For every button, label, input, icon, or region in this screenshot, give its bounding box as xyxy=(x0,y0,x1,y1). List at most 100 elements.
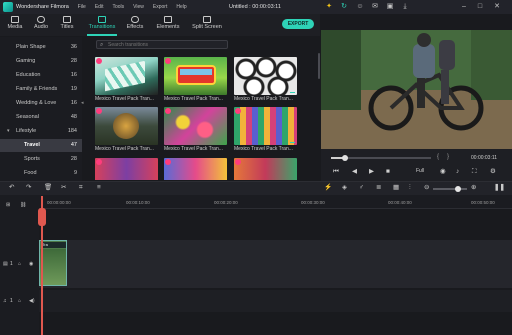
redo-icon[interactable]: ↷ xyxy=(26,184,31,192)
sidebar-item-gaming[interactable]: Gaming 28 xyxy=(0,55,82,68)
tab-split-screen[interactable]: Split Screen xyxy=(190,16,224,30)
portal-decoration xyxy=(113,113,139,139)
transition-thumbnail xyxy=(164,57,227,95)
snapshot-timeline-icon[interactable]: ▦ xyxy=(393,184,399,192)
audio-mix-icon[interactable]: ≡ xyxy=(97,184,101,192)
play-icon[interactable]: ▶ xyxy=(369,168,374,176)
volume-icon[interactable]: ♪ xyxy=(456,168,459,176)
add-track-icon[interactable]: ⊞ xyxy=(6,202,10,208)
menu-edit[interactable]: Edit xyxy=(95,4,104,10)
playhead[interactable] xyxy=(41,196,43,335)
menu-file[interactable]: File xyxy=(78,4,86,10)
save-icon[interactable]: ▣ xyxy=(386,3,394,11)
grid-scrollbar[interactable] xyxy=(318,53,320,79)
speaker-icon[interactable]: ◀) xyxy=(29,298,35,304)
render-icon[interactable]: ⚡ xyxy=(324,184,332,192)
transition-caption: Mexico Travel Pack Tran... xyxy=(95,146,154,152)
sidebar-item-sports[interactable]: Sports 28 xyxy=(0,153,82,166)
previous-frame-icon[interactable]: ⏮ xyxy=(333,168,339,176)
new-badge-icon xyxy=(235,159,241,165)
zoom-out-icon[interactable]: ⊖ xyxy=(424,184,429,192)
timeline-clip[interactable]: Tra xyxy=(39,240,67,286)
new-badge-icon xyxy=(165,108,171,114)
tab-media[interactable]: Media xyxy=(4,16,26,30)
transition-card[interactable]: Mexico Travel Pack Tran... xyxy=(95,107,158,152)
cut-icon[interactable]: ✂ xyxy=(61,184,66,192)
delete-icon[interactable]: 🗑 xyxy=(44,184,52,192)
snapshot-icon[interactable]: ◉ xyxy=(440,168,446,176)
sidebar-item-wedding-love[interactable]: Wedding & Love 16 xyxy=(0,97,82,110)
menu-view[interactable]: View xyxy=(133,4,144,10)
menu-tools[interactable]: Tools xyxy=(112,4,124,10)
transition-caption: Mexico Travel Pack Tran... xyxy=(95,96,154,102)
new-badge-icon xyxy=(96,58,102,64)
menu-export[interactable]: Export xyxy=(153,4,167,10)
minimize-icon[interactable]: – xyxy=(460,3,468,11)
settings-gear-icon[interactable]: ⚙ xyxy=(490,168,496,176)
audio-track[interactable] xyxy=(39,290,512,312)
tab-audio[interactable]: Audio xyxy=(30,16,52,30)
mail-icon[interactable]: ✉ xyxy=(371,3,379,11)
transition-card-partial[interactable] xyxy=(164,158,227,180)
pause-icon[interactable]: ❚❚ xyxy=(494,184,505,192)
fullscreen-icon[interactable]: ⛶ xyxy=(472,168,477,176)
eye-icon[interactable]: ◉ xyxy=(29,261,33,267)
transition-thumbnail xyxy=(234,158,297,180)
transition-card-partial[interactable] xyxy=(95,158,158,180)
crop-icon[interactable]: ⌗ xyxy=(79,184,83,192)
video-track[interactable] xyxy=(39,240,512,288)
tab-titles[interactable]: Titles xyxy=(56,16,78,30)
undo-icon[interactable]: ↶ xyxy=(9,184,14,192)
transition-card[interactable]: Mexico Travel Pack Tran... xyxy=(95,57,158,102)
tab-effects[interactable]: Effects xyxy=(124,16,146,30)
menu-help[interactable]: Help xyxy=(176,4,186,10)
sidebar-item-food[interactable]: Food 9 xyxy=(0,167,82,180)
transition-card[interactable]: Mexico Travel Pack Tran... xyxy=(234,57,297,102)
sidebar-item-travel[interactable]: Travel 47 xyxy=(0,139,82,152)
transition-card[interactable]: Mexico Travel Pack Tran... xyxy=(234,107,297,152)
link-icon[interactable]: ⛓ xyxy=(20,202,26,208)
zoom-slider-track[interactable] xyxy=(433,188,467,190)
zoom-in-icon[interactable]: ⊕ xyxy=(471,184,476,192)
transition-card[interactable]: Mexico Travel Pack Tran... xyxy=(164,57,227,102)
sidebar-item-lifestyle[interactable]: ▾ Lifestyle 184 xyxy=(0,125,82,138)
active-tab-indicator xyxy=(87,34,117,36)
preview-progress-handle[interactable] xyxy=(342,155,348,161)
play-back-icon[interactable]: ◀ xyxy=(352,168,357,176)
sidebar-item-plain-shape[interactable]: Plain Shape 36 xyxy=(0,41,82,54)
preview-frame xyxy=(321,30,512,149)
stop-icon[interactable]: ■ xyxy=(386,168,390,176)
sync-icon[interactable]: ↻ xyxy=(340,3,348,11)
sidebar-item-education[interactable]: Education 16 xyxy=(0,69,82,82)
chevron-down-icon: ▾ xyxy=(7,128,10,134)
lightbulb-icon[interactable]: ✦ xyxy=(325,3,333,11)
user-icon[interactable]: ☺ xyxy=(356,3,364,11)
tab-elements[interactable]: Elements xyxy=(154,16,182,30)
search-box[interactable]: ⌕ xyxy=(96,40,228,49)
close-icon[interactable]: ✕ xyxy=(493,3,501,11)
export-button[interactable]: EXPORT xyxy=(282,19,314,29)
microphone-icon[interactable]: ♂ xyxy=(359,184,364,192)
transition-thumbnail xyxy=(95,107,158,145)
voiceover-icon[interactable]: ≣ xyxy=(376,184,381,192)
transition-card-partial[interactable] xyxy=(234,158,297,180)
mark-in-out-icon[interactable]: {} xyxy=(437,154,457,160)
sidebar-item-family-friends[interactable]: Family & Friends 19 xyxy=(0,83,82,96)
tab-transitions[interactable]: Transitions xyxy=(86,16,118,30)
search-input[interactable] xyxy=(108,41,224,48)
lock-icon[interactable]: ⌂ xyxy=(18,261,21,267)
shield-icon[interactable]: ◈ xyxy=(342,184,347,192)
timeline-ruler[interactable] xyxy=(39,195,512,209)
split-icon[interactable]: ⫶ xyxy=(409,184,411,192)
sidebar-item-seasonal[interactable]: Seasonal 48 xyxy=(0,111,82,124)
maximize-icon[interactable]: □ xyxy=(476,3,484,11)
bus-window-decoration xyxy=(180,69,212,75)
quality-select[interactable]: Full xyxy=(416,168,424,174)
download-icon[interactable]: ⤓ xyxy=(401,3,409,11)
transition-card[interactable]: Mexico Travel Pack Tran... xyxy=(164,107,227,152)
audio-lock-icon[interactable]: ⌂ xyxy=(18,298,21,304)
title-bar: Wondershare Filmora File Edit Tools View… xyxy=(0,0,512,14)
zoom-slider-handle[interactable] xyxy=(455,186,461,192)
download-icon xyxy=(290,88,295,93)
new-badge-icon xyxy=(96,108,102,114)
